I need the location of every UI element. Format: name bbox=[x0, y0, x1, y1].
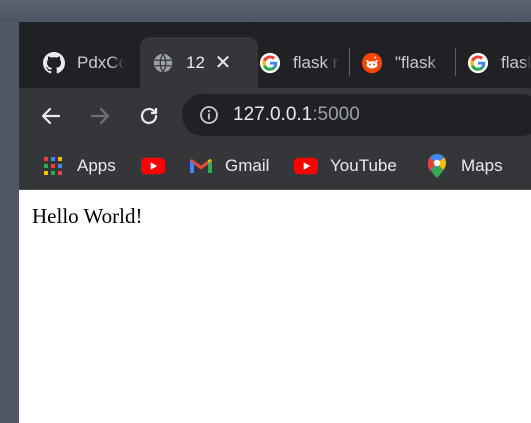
bookmark-label: Gmail bbox=[225, 156, 270, 175]
google-icon bbox=[467, 52, 489, 74]
apps-grid-icon bbox=[41, 154, 65, 178]
reddit-icon bbox=[361, 52, 383, 74]
gmail-icon bbox=[189, 154, 213, 178]
tab-title: "flask bbox=[395, 52, 436, 72]
bookmark-gmail[interactable]: Gmail bbox=[189, 152, 269, 180]
globe-icon bbox=[152, 52, 174, 74]
forward-button[interactable] bbox=[82, 98, 118, 134]
page-content: Hello World! bbox=[19, 190, 531, 423]
tab-separator bbox=[455, 48, 456, 76]
bookmark-label: Apps bbox=[77, 156, 116, 175]
navigation-toolbar: 127.0.0.1:5000 bbox=[19, 88, 531, 144]
bookmark-label: Maps bbox=[461, 156, 503, 175]
url-text: 127.0.0.1:5000 bbox=[233, 104, 360, 126]
reload-button[interactable] bbox=[131, 98, 167, 134]
github-icon bbox=[43, 51, 65, 74]
tab-flask-redirect[interactable]: flask redirect bbox=[257, 37, 339, 88]
url-host: 127.0.0.1 bbox=[233, 104, 313, 125]
forward-arrow-icon bbox=[90, 107, 110, 125]
tab-pdxcoding[interactable]: PdxCoding bbox=[29, 37, 151, 88]
youtube-icon bbox=[294, 154, 318, 178]
tab-strip: PdxCoding 127.0.0.1:5000 ✕ flask redirec… bbox=[19, 22, 531, 88]
browser-window: PdxCoding 127.0.0.1:5000 ✕ flask redirec… bbox=[19, 22, 531, 423]
maps-pin-icon bbox=[425, 154, 449, 178]
bookmark-apps[interactable]: Apps bbox=[41, 152, 116, 180]
bookmark-youtube-video[interactable] bbox=[141, 152, 177, 180]
reload-icon bbox=[140, 107, 158, 125]
tab-title: flask bbox=[501, 52, 531, 72]
tab-title: flask redirect bbox=[293, 52, 339, 72]
tab-title: PdxCoding bbox=[77, 52, 125, 72]
bookmark-maps[interactable]: Maps bbox=[425, 152, 503, 180]
tab-flask[interactable]: flask bbox=[467, 37, 531, 88]
hello-world-text: Hello World! bbox=[32, 204, 143, 228]
back-arrow-icon bbox=[41, 107, 61, 125]
address-bar[interactable]: 127.0.0.1:5000 bbox=[182, 94, 531, 136]
bookmarks-bar: Apps Gmail YouTube Maps bbox=[19, 144, 531, 190]
desktop-background bbox=[0, 0, 531, 22]
bookmark-label: YouTube bbox=[330, 156, 397, 175]
tab-separator bbox=[349, 48, 350, 76]
url-port: :5000 bbox=[312, 104, 360, 125]
youtube-icon bbox=[141, 154, 165, 178]
back-button[interactable] bbox=[33, 98, 69, 134]
tab-reddit[interactable]: "flask bbox=[361, 37, 451, 88]
bookmark-youtube[interactable]: YouTube bbox=[294, 152, 397, 180]
site-info-icon[interactable] bbox=[199, 105, 219, 125]
tab-title: 127.0.0.1:5000 bbox=[186, 52, 204, 72]
close-tab-icon[interactable]: ✕ bbox=[214, 50, 232, 75]
google-icon bbox=[259, 52, 281, 74]
tab-localhost[interactable]: 127.0.0.1:5000 ✕ bbox=[140, 37, 258, 88]
